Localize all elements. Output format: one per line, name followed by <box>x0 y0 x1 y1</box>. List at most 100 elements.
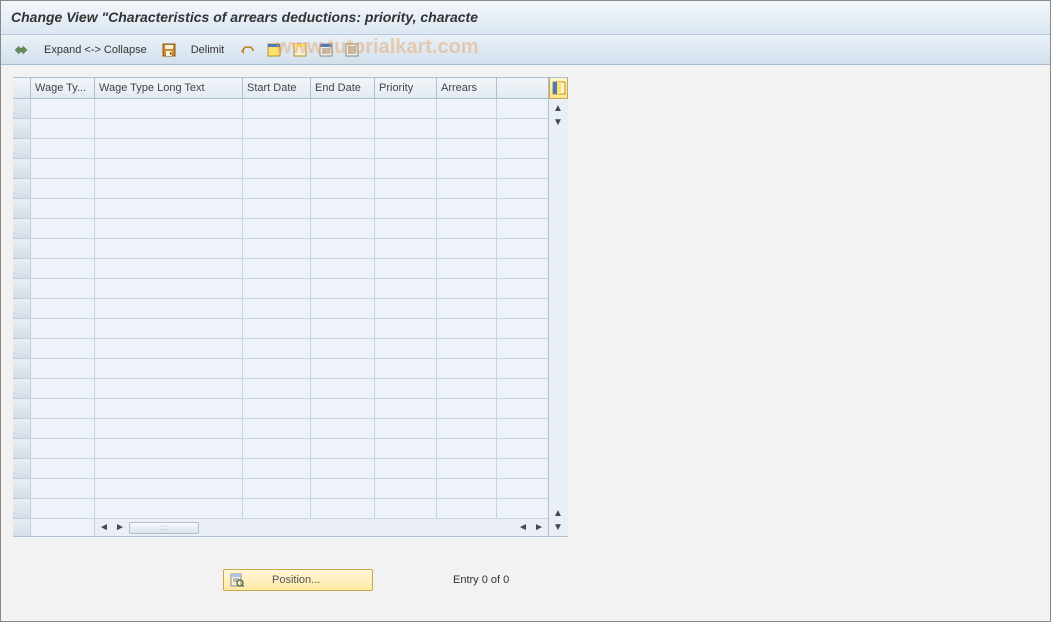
row-selector[interactable] <box>13 459 31 479</box>
table-row[interactable] <box>13 399 548 419</box>
cell-end-date[interactable] <box>311 379 375 399</box>
hscroll-right2-icon[interactable]: ► <box>532 521 546 535</box>
col-header-wage-type[interactable]: Wage Ty... <box>31 78 95 98</box>
cell-arrears[interactable] <box>437 439 497 459</box>
cell-end-date[interactable] <box>311 219 375 239</box>
cell-start-date[interactable] <box>243 219 311 239</box>
cell-wage-type[interactable] <box>31 339 95 359</box>
cell-arrears[interactable] <box>437 219 497 239</box>
deselect-all-icon[interactable] <box>289 40 311 60</box>
cell-wage-type[interactable] <box>31 219 95 239</box>
cell-priority[interactable] <box>375 179 437 199</box>
cell-start-date[interactable] <box>243 139 311 159</box>
cell-arrears[interactable] <box>437 499 497 519</box>
row-selector[interactable] <box>13 479 31 499</box>
table-row[interactable] <box>13 159 548 179</box>
cell-wage-type[interactable] <box>31 139 95 159</box>
cell-start-date[interactable] <box>243 239 311 259</box>
table-row[interactable] <box>13 359 548 379</box>
row-selector[interactable] <box>13 439 31 459</box>
cell-long-text[interactable] <box>95 439 243 459</box>
cell-long-text[interactable] <box>95 119 243 139</box>
cell-wage-type[interactable] <box>31 319 95 339</box>
table-row[interactable] <box>13 439 548 459</box>
cell-arrears[interactable] <box>437 479 497 499</box>
cell-long-text[interactable] <box>95 419 243 439</box>
hscroll-thumb[interactable]: ::: <box>129 522 199 534</box>
cell-priority[interactable] <box>375 339 437 359</box>
table-row[interactable] <box>13 259 548 279</box>
table-row[interactable] <box>13 299 548 319</box>
cell-wage-type[interactable] <box>31 299 95 319</box>
cell-long-text[interactable] <box>95 99 243 119</box>
cell-end-date[interactable] <box>311 419 375 439</box>
cell-end-date[interactable] <box>311 499 375 519</box>
cell-long-text[interactable] <box>95 399 243 419</box>
cell-end-date[interactable] <box>311 119 375 139</box>
cell-end-date[interactable] <box>311 399 375 419</box>
cell-arrears[interactable] <box>437 419 497 439</box>
row-selector[interactable] <box>13 299 31 319</box>
col-header-arrears[interactable]: Arrears <box>437 78 497 98</box>
cell-arrears[interactable] <box>437 459 497 479</box>
cell-end-date[interactable] <box>311 299 375 319</box>
cell-priority[interactable] <box>375 119 437 139</box>
cell-priority[interactable] <box>375 239 437 259</box>
cell-wage-type[interactable] <box>31 119 95 139</box>
cell-start-date[interactable] <box>243 319 311 339</box>
cell-end-date[interactable] <box>311 199 375 219</box>
cell-priority[interactable] <box>375 219 437 239</box>
row-selector[interactable] <box>13 119 31 139</box>
cell-arrears[interactable] <box>437 179 497 199</box>
cell-wage-type[interactable] <box>31 419 95 439</box>
cell-long-text[interactable] <box>95 159 243 179</box>
cell-start-date[interactable] <box>243 379 311 399</box>
table-row[interactable] <box>13 479 548 499</box>
position-button[interactable]: Position... <box>223 569 373 591</box>
cell-priority[interactable] <box>375 359 437 379</box>
table-row[interactable] <box>13 499 548 519</box>
row-selector[interactable] <box>13 359 31 379</box>
cell-wage-type[interactable] <box>31 359 95 379</box>
cell-arrears[interactable] <box>437 119 497 139</box>
cell-priority[interactable] <box>375 419 437 439</box>
table-row[interactable] <box>13 459 548 479</box>
table-row[interactable] <box>13 319 548 339</box>
cell-wage-type[interactable] <box>31 199 95 219</box>
vscroll-down2-icon[interactable]: ▼ <box>551 520 565 534</box>
cell-wage-type[interactable] <box>31 479 95 499</box>
col-header-end-date[interactable]: End Date <box>311 78 375 98</box>
cell-priority[interactable] <box>375 299 437 319</box>
cell-end-date[interactable] <box>311 319 375 339</box>
cell-arrears[interactable] <box>437 319 497 339</box>
cell-long-text[interactable] <box>95 219 243 239</box>
table-row[interactable] <box>13 339 548 359</box>
cell-priority[interactable] <box>375 499 437 519</box>
table-row[interactable] <box>13 119 548 139</box>
configure-columns-icon[interactable] <box>549 77 568 99</box>
cell-end-date[interactable] <box>311 139 375 159</box>
cell-arrears[interactable] <box>437 199 497 219</box>
col-header-long-text[interactable]: Wage Type Long Text <box>95 78 243 98</box>
row-selector[interactable] <box>13 499 31 519</box>
cell-long-text[interactable] <box>95 259 243 279</box>
cell-long-text[interactable] <box>95 199 243 219</box>
cell-start-date[interactable] <box>243 259 311 279</box>
row-selector[interactable] <box>13 399 31 419</box>
cell-priority[interactable] <box>375 139 437 159</box>
cell-priority[interactable] <box>375 199 437 219</box>
cell-long-text[interactable] <box>95 319 243 339</box>
table-row[interactable] <box>13 279 548 299</box>
form-icon[interactable] <box>315 40 337 60</box>
cell-wage-type[interactable] <box>31 239 95 259</box>
cell-start-date[interactable] <box>243 479 311 499</box>
cell-start-date[interactable] <box>243 419 311 439</box>
cell-start-date[interactable] <box>243 439 311 459</box>
cell-wage-type[interactable] <box>31 159 95 179</box>
row-selector[interactable] <box>13 259 31 279</box>
cell-wage-type[interactable] <box>31 399 95 419</box>
cell-long-text[interactable] <box>95 299 243 319</box>
table-row[interactable] <box>13 379 548 399</box>
row-selector[interactable] <box>13 159 31 179</box>
cell-arrears[interactable] <box>437 279 497 299</box>
